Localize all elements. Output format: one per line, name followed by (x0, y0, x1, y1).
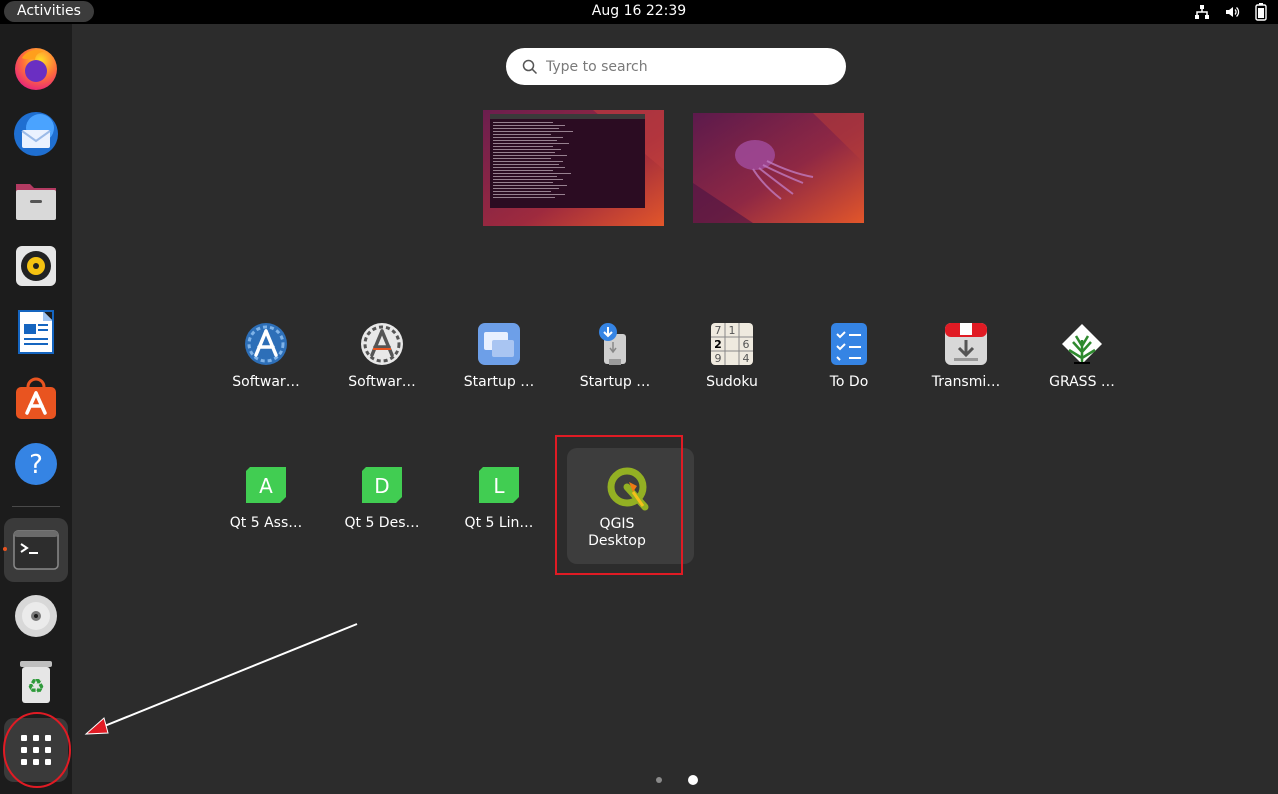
app-sudoku[interactable]: 7 1 2 6 9 4 Sudoku (674, 322, 790, 452)
page-indicator-1[interactable] (656, 777, 662, 783)
sudoku-icon: 7 1 2 6 9 4 (711, 323, 753, 365)
network-icon[interactable] (1194, 4, 1210, 20)
dock-item-help[interactable]: ? (4, 432, 68, 496)
app-software-updater[interactable]: Softwar… (324, 322, 440, 452)
dock-item-disc[interactable] (4, 584, 68, 648)
dock-separator (12, 506, 60, 507)
app-to-do[interactable]: To Do (791, 322, 907, 452)
dock: ? ♻ (0, 24, 72, 794)
grass-icon (1062, 324, 1102, 364)
dock-item-terminal[interactable] (4, 518, 68, 582)
software-updater-icon (361, 323, 403, 365)
sudoku-digit: 4 (743, 352, 750, 365)
software-properties-icon (245, 323, 287, 365)
software-icon (16, 377, 56, 419)
qgis-label-line2: Desktop (588, 533, 646, 549)
qgis-label-line1: QGIS (599, 516, 635, 532)
page-indicator-2[interactable] (688, 775, 698, 785)
sudoku-digit: 1 (729, 324, 736, 337)
terminal-icon (13, 530, 59, 570)
system-tray[interactable] (1194, 3, 1268, 21)
writer-icon (18, 310, 54, 354)
help-icon: ? (15, 443, 57, 485)
disc-icon (15, 595, 57, 637)
running-indicator (3, 547, 7, 551)
app-label: Qt 5 Ass… (229, 515, 303, 531)
sudoku-digit: 6 (743, 338, 750, 351)
app-label: Softwar… (232, 374, 300, 390)
sudoku-digit: 7 (715, 324, 722, 337)
startup-apps-icon (478, 323, 520, 365)
dock-item-firefox[interactable] (4, 36, 68, 100)
app-software-properties[interactable]: Softwar… (208, 322, 324, 452)
app-label: GRASS … (1049, 374, 1115, 390)
clock[interactable]: Aug 16 22:39 (0, 0, 1278, 22)
app-label: Sudoku (706, 374, 758, 390)
dock-item-rhythmbox[interactable] (4, 234, 68, 298)
top-bar: Activities Aug 16 22:39 (0, 0, 1278, 24)
app-startup-applications[interactable]: Startup … (441, 322, 557, 452)
search-input[interactable] (546, 58, 816, 75)
workspace-1-preview (483, 110, 664, 226)
qgis-label: QGIS Desktop (567, 516, 667, 550)
dock-item-files[interactable] (4, 168, 68, 232)
show-applications-button[interactable] (4, 718, 68, 782)
workspace-thumbnail-2[interactable] (693, 113, 864, 223)
app-startup-disk-creator[interactable]: Startup … (557, 322, 673, 452)
startup-disk-icon (599, 323, 626, 365)
app-label: Softwar… (348, 374, 416, 390)
sudoku-digit: 9 (715, 352, 722, 365)
dock-item-thunderbird[interactable] (4, 102, 68, 166)
transmission-icon (945, 323, 987, 365)
qgis-icon (607, 467, 649, 511)
qt-linguist-icon: L (479, 467, 519, 503)
app-label: Qt 5 Des… (344, 515, 420, 531)
search-icon (522, 59, 538, 74)
thunderbird-icon (14, 112, 58, 156)
firefox-icon (15, 48, 57, 90)
app-transmission[interactable]: Transmi… (908, 322, 1024, 452)
svg-text:♻: ♻ (27, 674, 45, 698)
workspace-2-preview (693, 113, 864, 223)
qt-assistant-icon: A (246, 467, 286, 503)
dock-item-ubuntu-software[interactable] (4, 366, 68, 430)
app-qt5-designer[interactable]: D Qt 5 Des… (324, 463, 440, 593)
app-grass-gis[interactable]: GRASS … (1024, 322, 1140, 452)
dock-item-writer[interactable] (4, 300, 68, 364)
battery-icon[interactable] (1254, 3, 1268, 21)
dock-item-trash[interactable]: ♻ (4, 650, 68, 714)
grid-icon (21, 735, 51, 765)
files-icon (16, 184, 56, 220)
search-bar[interactable] (506, 48, 846, 85)
app-overview: Softwar… Softwar… Startup … Startup … (72, 24, 1278, 794)
sudoku-digit: 2 (714, 338, 722, 351)
qt-letter: D (374, 474, 389, 498)
qt-designer-icon: D (362, 467, 402, 503)
app-label: To Do (829, 374, 869, 390)
rhythmbox-icon (16, 246, 56, 286)
app-qgis-desktop[interactable]: QGIS Desktop (567, 448, 694, 564)
qt-letter: A (259, 474, 273, 498)
app-qt5-assistant[interactable]: A Qt 5 Ass… (208, 463, 324, 593)
trash-icon: ♻ (20, 661, 52, 703)
todo-icon (831, 323, 867, 365)
app-label: Startup … (463, 374, 535, 390)
app-qt5-linguist[interactable]: L Qt 5 Lin… (441, 463, 557, 593)
qt-letter: L (493, 474, 505, 498)
workspace-thumbnail-1[interactable] (483, 110, 664, 226)
volume-icon[interactable] (1224, 4, 1240, 20)
app-label: Transmi… (931, 374, 1001, 390)
app-label: Startup … (579, 374, 651, 390)
svg-text:?: ? (29, 450, 43, 480)
app-label: Qt 5 Lin… (464, 515, 534, 531)
